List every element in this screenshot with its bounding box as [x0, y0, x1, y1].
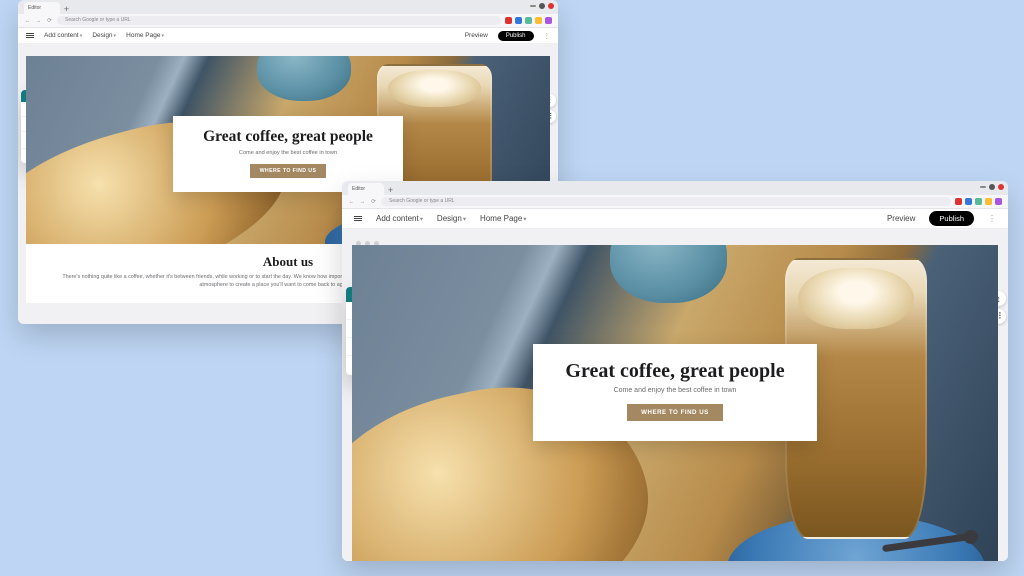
extension-icon[interactable] [545, 17, 552, 24]
hero-card[interactable]: Great coffee, great people Come and enjo… [533, 344, 817, 441]
chevron-down-icon: ▾ [80, 33, 83, 39]
chevron-down-icon: ▾ [420, 216, 423, 223]
browser-tab-title: Editor [28, 5, 41, 11]
add-content-menu[interactable]: Add content▾ [376, 214, 423, 223]
menu-label: Home Page [126, 32, 160, 39]
chevron-down-icon: ▾ [114, 33, 117, 39]
minimize-icon[interactable] [530, 5, 536, 7]
reload-icon[interactable]: ⟳ [46, 18, 53, 24]
extension-icon[interactable] [975, 198, 982, 205]
extension-icon[interactable] [525, 17, 532, 24]
menu-label: Home Page [480, 214, 522, 223]
design-menu[interactable]: Design▾ [437, 214, 466, 223]
preview-button[interactable]: Preview [887, 214, 915, 223]
browser-tabstrip: Editor + [342, 181, 1008, 195]
chevron-down-icon: ▾ [523, 216, 526, 223]
address-input[interactable]: Search Google or type a URL [57, 16, 501, 25]
new-tab-button[interactable]: + [386, 186, 395, 195]
forward-icon[interactable]: → [359, 199, 366, 205]
hero-section[interactable]: Great coffee, great people Come and enjo… [352, 245, 998, 561]
add-content-menu[interactable]: Add content▾ [44, 32, 82, 39]
hero-image-foam [388, 70, 481, 106]
chevron-down-icon: ▾ [463, 216, 466, 223]
extension-icon[interactable] [955, 198, 962, 205]
extension-icons [955, 198, 1002, 205]
hero-cta-button[interactable]: WHERE TO FIND US [627, 404, 723, 421]
menu-icon[interactable] [26, 33, 34, 38]
hero-subtitle: Come and enjoy the best coffee in town [555, 387, 795, 394]
extension-icons [505, 17, 552, 24]
window-controls [980, 184, 1004, 190]
browser-tab-title: Editor [352, 186, 365, 192]
browser-urlbar: ← → ⟳ Search Google or type a URL [18, 14, 558, 28]
new-tab-button[interactable]: + [62, 5, 71, 14]
page-selector[interactable]: Home Page▾ [480, 214, 526, 223]
hero-image-mug [610, 245, 726, 303]
browser-tab[interactable]: Editor [24, 2, 60, 14]
menu-label: Design [437, 214, 462, 223]
close-icon[interactable] [998, 184, 1004, 190]
publish-button[interactable]: Publish [498, 31, 534, 41]
back-icon[interactable]: ← [24, 18, 31, 24]
publish-button[interactable]: Publish [929, 211, 974, 226]
forward-icon[interactable]: → [35, 18, 42, 24]
hero-cta-button[interactable]: WHERE TO FIND US [250, 164, 327, 178]
hero-title: Great coffee, great people [555, 360, 795, 383]
hero-title: Great coffee, great people [187, 128, 390, 146]
menu-label: Add content [376, 214, 419, 223]
more-icon[interactable]: ⋮ [544, 32, 551, 40]
reload-icon[interactable]: ⟳ [370, 199, 377, 205]
editor-canvas: ↕ ⠿ Cancel Done Small Medium Large Full✓… [342, 229, 1008, 561]
editor-appbar: Add content▾ Design▾ Home Page▾ Preview … [342, 209, 1008, 229]
extension-icon[interactable] [535, 17, 542, 24]
preview-button[interactable]: Preview [465, 32, 488, 39]
extension-icon[interactable] [985, 198, 992, 205]
hero-subtitle: Come and enjoy the best coffee in town [187, 150, 390, 156]
menu-icon[interactable] [354, 216, 362, 221]
menu-label: Add content [44, 32, 79, 39]
chevron-down-icon: ▾ [161, 33, 164, 39]
address-placeholder: Search Google or type a URL [389, 198, 455, 204]
extension-icon[interactable] [995, 198, 1002, 205]
browser-urlbar: ← → ⟳ Search Google or type a URL [342, 195, 1008, 209]
window-controls [530, 3, 554, 9]
extension-icon[interactable] [505, 17, 512, 24]
maximize-icon[interactable] [989, 184, 995, 190]
maximize-icon[interactable] [539, 3, 545, 9]
hero-image-foam [798, 268, 914, 329]
design-menu[interactable]: Design▾ [92, 32, 116, 39]
address-input[interactable]: Search Google or type a URL [381, 197, 951, 206]
browser-window-full: Editor + ← → ⟳ Search Google or type a U… [342, 181, 1008, 561]
extension-icon[interactable] [515, 17, 522, 24]
browser-tabstrip: Editor + [18, 0, 558, 14]
address-placeholder: Search Google or type a URL [65, 17, 131, 23]
editor-appbar: Add content▾ Design▾ Home Page▾ Preview … [18, 28, 558, 44]
hero-image-mug [257, 56, 351, 101]
back-icon[interactable]: ← [348, 199, 355, 205]
more-icon[interactable]: ⋮ [988, 214, 996, 223]
menu-label: Design [92, 32, 112, 39]
close-icon[interactable] [548, 3, 554, 9]
page-selector[interactable]: Home Page▾ [126, 32, 164, 39]
browser-tab[interactable]: Editor [348, 183, 384, 195]
minimize-icon[interactable] [980, 186, 986, 188]
extension-icon[interactable] [965, 198, 972, 205]
